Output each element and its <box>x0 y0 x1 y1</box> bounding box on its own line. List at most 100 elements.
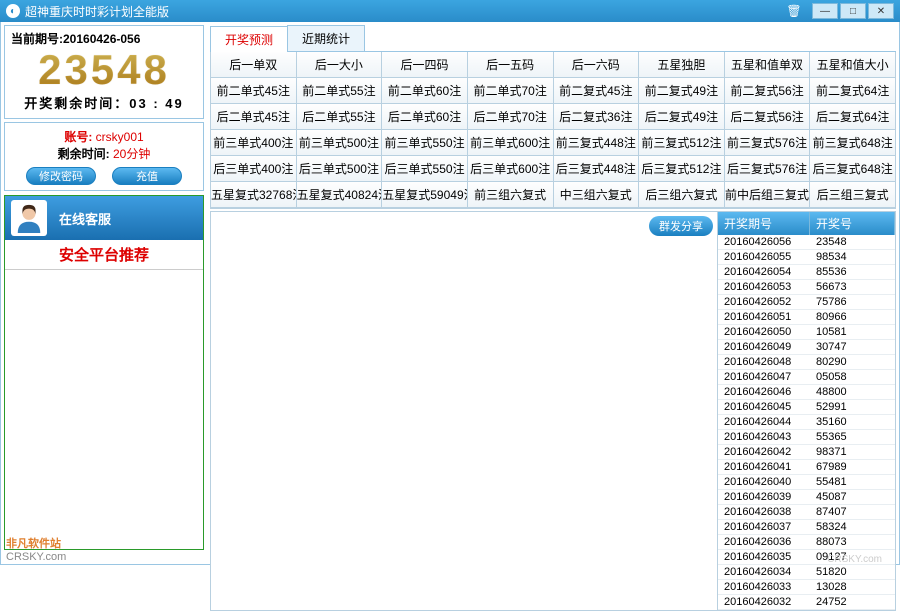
history-row[interactable]: 2016042605356673 <box>718 280 895 295</box>
history-row[interactable]: 2016042604880290 <box>718 355 895 370</box>
bet-cell[interactable]: 中三组六复式 <box>554 182 640 208</box>
bet-cell[interactable]: 后二复式64注 <box>810 104 895 130</box>
bet-cell[interactable]: 前三复式648注 <box>810 130 895 156</box>
bet-cell[interactable]: 后三组三复式 <box>810 182 895 208</box>
countdown: 开奖剩余时间：03 : 49 <box>11 93 197 112</box>
history-row[interactable]: 2016042604648800 <box>718 385 895 400</box>
bet-cell[interactable]: 后一四码 <box>382 52 468 78</box>
bet-grid: 后一单双后一大小后一四码后一五码后一六码五星独胆五星和值单双五星和值大小前二单式… <box>210 52 896 209</box>
history-row[interactable]: 2016042604552991 <box>718 400 895 415</box>
history-row[interactable]: 2016042605275786 <box>718 295 895 310</box>
share-button[interactable]: 群发分享 <box>649 216 713 236</box>
history-row[interactable]: 2016042605623548 <box>718 235 895 250</box>
bet-cell[interactable]: 前二复式64注 <box>810 78 895 104</box>
history-row[interactable]: 2016042604055481 <box>718 475 895 490</box>
tab-forecast[interactable]: 开奖预测 <box>210 26 288 52</box>
bet-cell[interactable]: 后三复式448注 <box>554 156 640 182</box>
history-row[interactable]: 2016042603224752 <box>718 595 895 610</box>
kefu-banner[interactable]: 在线客服 <box>5 196 203 240</box>
bet-cell[interactable]: 前二单式60注 <box>382 78 468 104</box>
history-row[interactable]: 2016042605598534 <box>718 250 895 265</box>
tab-stats[interactable]: 近期统计 <box>287 25 365 51</box>
bet-cell[interactable]: 前三单式600注 <box>468 130 554 156</box>
history-row[interactable]: 2016042603945087 <box>718 490 895 505</box>
history-row[interactable]: 2016042603451820 <box>718 565 895 580</box>
bet-cell[interactable]: 五星复式32768注 <box>211 182 297 208</box>
bet-cell[interactable]: 后二单式70注 <box>468 104 554 130</box>
bet-cell[interactable]: 前三复式448注 <box>554 130 640 156</box>
modify-password-button[interactable]: 修改密码 <box>26 167 96 185</box>
history-row[interactable]: 2016042604355365 <box>718 430 895 445</box>
bet-cell[interactable]: 后一六码 <box>554 52 640 78</box>
bet-cell[interactable]: 前二复式49注 <box>639 78 725 104</box>
history-row[interactable]: 2016042603688073 <box>718 535 895 550</box>
app-icon: ◐ <box>6 4 20 18</box>
bet-cell[interactable]: 后二单式55注 <box>297 104 383 130</box>
bet-cell[interactable]: 五星复式59049注 <box>382 182 468 208</box>
bet-cell[interactable]: 后二单式45注 <box>211 104 297 130</box>
history-row[interactable]: 2016042605010581 <box>718 325 895 340</box>
history-row[interactable]: 2016042604705058 <box>718 370 895 385</box>
watermark: 非凡软件站CRSKY.com <box>6 535 66 563</box>
bet-cell[interactable]: 前三组六复式 <box>468 182 554 208</box>
history-row[interactable]: 2016042603758324 <box>718 520 895 535</box>
bet-cell[interactable]: 五星和值大小 <box>810 52 895 78</box>
account-label: 账号: crsky001 <box>64 130 143 144</box>
bet-cell[interactable]: 后一单双 <box>211 52 297 78</box>
bet-cell[interactable]: 后三复式512注 <box>639 156 725 182</box>
period-panel: 当前期号:20160426-056 23548 开奖剩余时间：03 : 49 <box>4 25 204 119</box>
bet-cell[interactable]: 前中后组三复式 <box>725 182 811 208</box>
trash-icon[interactable]: 🗑 <box>786 3 802 19</box>
bet-cell[interactable]: 后三单式600注 <box>468 156 554 182</box>
history-row[interactable]: 2016042604930747 <box>718 340 895 355</box>
bet-cell[interactable]: 前二复式45注 <box>554 78 640 104</box>
history-row[interactable]: 2016042604167989 <box>718 460 895 475</box>
bet-cell[interactable]: 后一大小 <box>297 52 383 78</box>
maximize-button[interactable]: □ <box>840 3 866 19</box>
bet-cell[interactable]: 五星复式40824注 <box>297 182 383 208</box>
promo-panel: 在线客服 安全平台推荐 <box>4 195 204 550</box>
bet-cell[interactable]: 五星独胆 <box>639 52 725 78</box>
history-row[interactable]: 2016042603313028 <box>718 580 895 595</box>
recharge-button[interactable]: 充值 <box>112 167 182 185</box>
bet-cell[interactable]: 后二单式60注 <box>382 104 468 130</box>
bet-cell[interactable]: 后三复式576注 <box>725 156 811 182</box>
history-row[interactable]: 2016042603887407 <box>718 505 895 520</box>
tabs: 开奖预测 近期统计 <box>210 25 896 52</box>
bet-cell[interactable]: 后二复式56注 <box>725 104 811 130</box>
bet-cell[interactable]: 后三复式648注 <box>810 156 895 182</box>
history-hdr-number: 开奖号 <box>810 212 895 235</box>
bet-cell[interactable]: 后三单式550注 <box>382 156 468 182</box>
bet-cell[interactable]: 前三复式512注 <box>639 130 725 156</box>
bet-cell[interactable]: 后二复式49注 <box>639 104 725 130</box>
bet-cell[interactable]: 前三单式500注 <box>297 130 383 156</box>
crsky-watermark: CRSKY.com <box>827 554 882 565</box>
history-hdr-period: 开奖期号 <box>718 212 810 235</box>
bet-cell[interactable]: 后三组六复式 <box>639 182 725 208</box>
history-row[interactable]: 2016042605485536 <box>718 265 895 280</box>
bet-cell[interactable]: 五星和值单双 <box>725 52 811 78</box>
bet-cell[interactable]: 后二复式36注 <box>554 104 640 130</box>
kefu-label: 在线客服 <box>59 209 111 228</box>
period-label: 当前期号:20160426-056 <box>11 30 197 47</box>
bet-cell[interactable]: 前二单式45注 <box>211 78 297 104</box>
bet-cell[interactable]: 后三单式500注 <box>297 156 383 182</box>
minimize-button[interactable]: — <box>812 3 838 19</box>
history-row[interactable]: 2016042604435160 <box>718 415 895 430</box>
history-row[interactable]: 2016042605180966 <box>718 310 895 325</box>
big-number: 23548 <box>11 49 197 91</box>
history-row[interactable]: 2016042604298371 <box>718 445 895 460</box>
bet-cell[interactable]: 前二单式55注 <box>297 78 383 104</box>
bet-cell[interactable]: 前三复式576注 <box>725 130 811 156</box>
safe-platform-title: 安全平台推荐 <box>5 240 203 270</box>
bet-cell[interactable]: 前三单式550注 <box>382 130 468 156</box>
close-button[interactable]: ✕ <box>868 3 894 19</box>
app-title: 超神重庆时时彩计划全能版 <box>25 3 786 20</box>
kefu-avatar-icon <box>11 200 47 236</box>
bet-cell[interactable]: 后三单式400注 <box>211 156 297 182</box>
bet-cell[interactable]: 前二复式56注 <box>725 78 811 104</box>
bet-cell[interactable]: 后一五码 <box>468 52 554 78</box>
bet-cell[interactable]: 前三单式400注 <box>211 130 297 156</box>
bet-cell[interactable]: 前二单式70注 <box>468 78 554 104</box>
titlebar: ◐ 超神重庆时时彩计划全能版 🗑 — □ ✕ <box>0 0 900 22</box>
